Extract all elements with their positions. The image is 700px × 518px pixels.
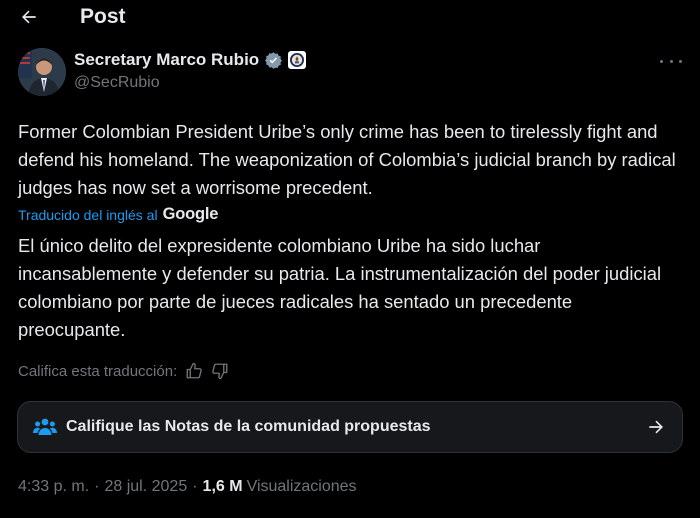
post-date[interactable]: 28 jul. 2025 <box>104 478 187 496</box>
author-section: Secretary Marco Rubio @SecRubio <box>18 48 684 102</box>
more-options-button[interactable] <box>660 54 682 68</box>
avatar-image <box>18 48 66 96</box>
author-display-name[interactable]: Secretary Marco Rubio <box>74 50 259 70</box>
back-button[interactable] <box>18 6 40 28</box>
rate-translation-label: Califica esta traducción: <box>18 362 178 380</box>
community-notes-label: Califique las Notas de la comunidad prop… <box>66 418 431 435</box>
people-icon <box>33 418 57 435</box>
views-count: 1,6 M <box>202 478 243 495</box>
views-label: Visualizaciones <box>246 478 357 495</box>
dot-icon <box>679 59 682 63</box>
avatar[interactable] <box>18 48 66 96</box>
translation-attribution[interactable]: Traducido del inglés al Google <box>18 205 218 224</box>
dot-icon <box>669 59 673 63</box>
verified-check-icon[interactable] <box>264 51 283 70</box>
author-names: Secretary Marco Rubio @SecRubio <box>74 50 307 92</box>
separator: · <box>94 478 100 495</box>
author-handle[interactable]: @SecRubio <box>74 74 306 92</box>
tweet-text: Former Colombian President Uribe’s only … <box>18 121 676 198</box>
thumbs-up-icon[interactable] <box>185 362 203 380</box>
google-logo: Google <box>162 205 219 223</box>
government-seal-icon[interactable] <box>288 51 307 69</box>
post-metadata: 4:33 p. m. · 28 jul. 2025 · 1,6 M Visual… <box>18 478 357 496</box>
thumbs-down-icon[interactable] <box>211 362 229 380</box>
translated-by-label[interactable]: Traducido del inglés al <box>18 207 158 223</box>
rate-translation: Califica esta traducción: <box>18 362 229 380</box>
post-time[interactable]: 4:33 p. m. <box>18 478 89 496</box>
arrow-left-icon <box>22 10 36 24</box>
translated-text: El único delito del expresidente colombi… <box>18 235 662 340</box>
name-row: Secretary Marco Rubio <box>74 50 307 70</box>
page-title: Post <box>80 5 126 28</box>
post-header: Post <box>0 0 700 34</box>
community-notes-button[interactable]: Califique las Notas de la comunidad prop… <box>17 401 683 453</box>
arrow-right-icon <box>649 420 663 434</box>
separator: · <box>192 478 198 495</box>
dot-icon <box>660 59 663 63</box>
